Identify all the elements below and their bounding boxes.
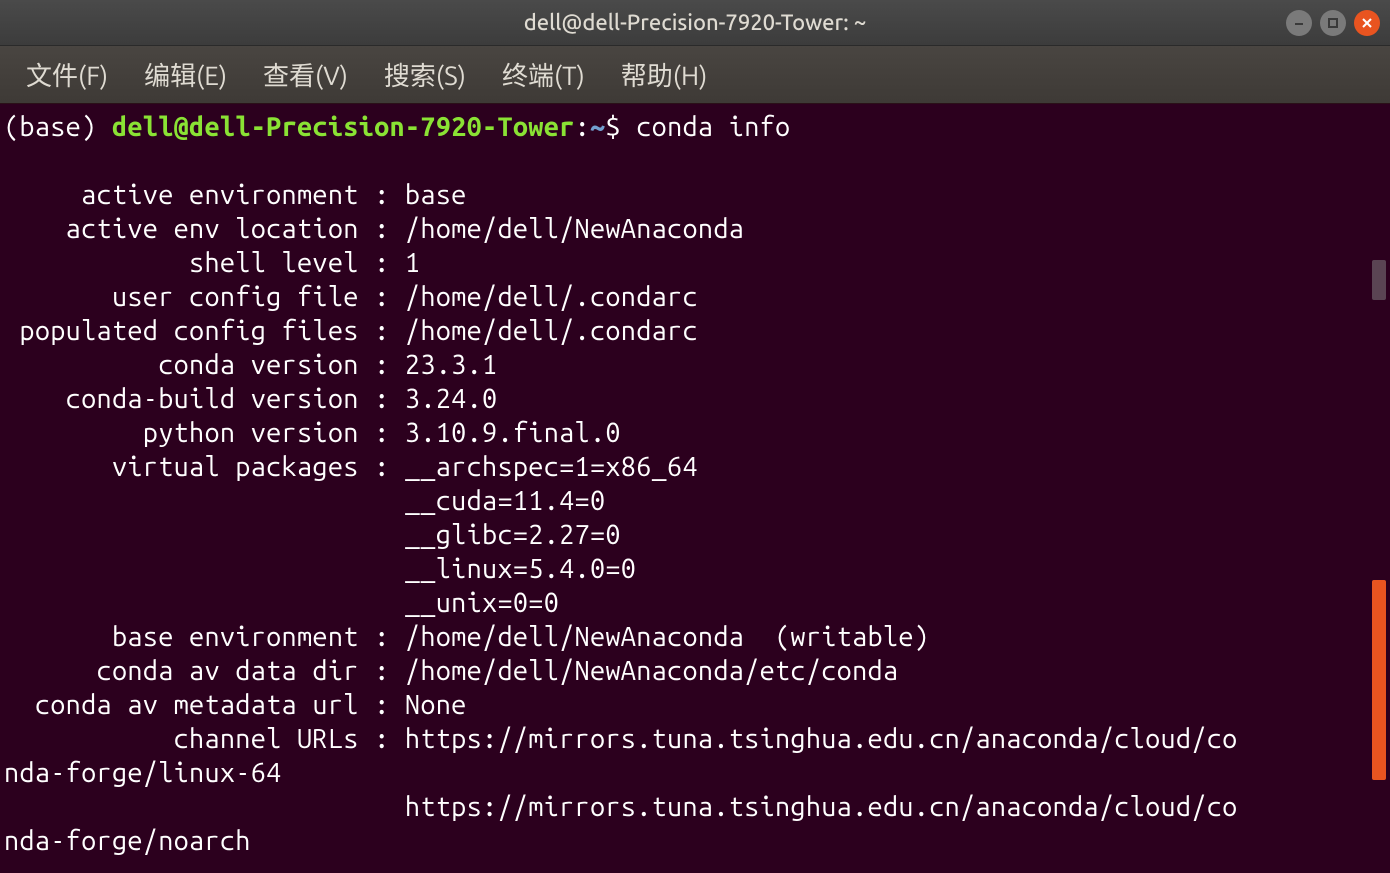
command-text: conda info	[636, 112, 790, 142]
value-user-config: /home/dell/.condarc	[405, 282, 698, 312]
menu-help[interactable]: 帮助(H)	[603, 50, 726, 99]
value-vp3: __glibc=2.27=0	[405, 520, 621, 550]
value-vp5: __unix=0=0	[405, 588, 559, 618]
label-virtual-packages: virtual packages :	[4, 452, 405, 482]
menu-view[interactable]: 查看(V)	[245, 50, 366, 99]
value-ch1a: https://mirrors.tuna.tsinghua.edu.cn/ana…	[405, 724, 1238, 754]
pad-vp4	[4, 554, 405, 584]
label-user-config: user config file :	[4, 282, 405, 312]
close-icon	[1361, 17, 1373, 29]
menu-edit[interactable]: 编辑(E)	[126, 50, 245, 99]
maximize-icon	[1327, 17, 1339, 29]
value-vp4: __linux=5.4.0=0	[405, 554, 636, 584]
close-button[interactable]	[1354, 10, 1380, 36]
menu-terminal[interactable]: 终端(T)	[484, 50, 603, 99]
window-controls	[1286, 10, 1380, 36]
label-python-version: python version :	[4, 418, 405, 448]
value-conda-build: 3.24.0	[405, 384, 498, 414]
label-conda-version: conda version :	[4, 350, 405, 380]
value-python-version: 3.10.9.final.0	[405, 418, 621, 448]
terminal-output[interactable]: (base) dell@dell-Precision-7920-Tower:~$…	[0, 104, 1390, 858]
value-pop-config: /home/dell/.condarc	[405, 316, 698, 346]
scrollbar-track[interactable]	[1372, 260, 1386, 300]
maximize-button[interactable]	[1320, 10, 1346, 36]
prompt-dollar: $	[605, 112, 636, 142]
menu-file[interactable]: 文件(F)	[8, 50, 126, 99]
label-active-env: active environment :	[4, 180, 405, 210]
value-ch1b: nda-forge/linux-64	[4, 758, 282, 788]
value-active-env: base	[405, 180, 467, 210]
minimize-icon	[1293, 17, 1305, 29]
prompt-userhost: dell@dell-Precision-7920-Tower	[112, 112, 575, 142]
menu-search[interactable]: 搜索(S)	[366, 50, 484, 99]
value-av-data-dir: /home/dell/NewAnaconda/etc/conda	[405, 656, 898, 686]
value-av-meta-url: None	[405, 690, 467, 720]
pad-vp5	[4, 588, 405, 618]
value-ch2b: nda-forge/noarch	[4, 826, 251, 856]
label-active-env-loc: active env location :	[4, 214, 405, 244]
label-base-env: base environment :	[4, 622, 405, 652]
pad-vp2	[4, 486, 405, 516]
value-ch2a: https://mirrors.tuna.tsinghua.edu.cn/ana…	[405, 792, 1238, 822]
label-shell-level: shell level :	[4, 248, 405, 278]
prompt-env: (base)	[4, 112, 112, 142]
label-conda-build: conda-build version :	[4, 384, 405, 414]
scrollbar-thumb[interactable]	[1372, 580, 1386, 780]
value-base-env: /home/dell/NewAnaconda (writable)	[405, 622, 929, 652]
pad-ch2	[4, 792, 405, 822]
value-shell-level: 1	[405, 248, 420, 278]
value-active-env-loc: /home/dell/NewAnaconda	[405, 214, 744, 244]
value-vp1: __archspec=1=x86_64	[405, 452, 698, 482]
value-conda-version: 23.3.1	[405, 350, 498, 380]
prompt-colon: :	[575, 112, 590, 142]
label-av-data-dir: conda av data dir :	[4, 656, 405, 686]
label-channel-urls: channel URLs :	[4, 724, 405, 754]
window-titlebar: dell@dell-Precision-7920-Tower: ~	[0, 0, 1390, 46]
pad-vp3	[4, 520, 405, 550]
window-title: dell@dell-Precision-7920-Tower: ~	[524, 10, 867, 35]
prompt-path: ~	[590, 112, 605, 142]
minimize-button[interactable]	[1286, 10, 1312, 36]
menu-bar: 文件(F) 编辑(E) 查看(V) 搜索(S) 终端(T) 帮助(H)	[0, 46, 1390, 104]
label-pop-config: populated config files :	[4, 316, 405, 346]
label-av-meta-url: conda av metadata url :	[4, 690, 405, 720]
value-vp2: __cuda=11.4=0	[405, 486, 605, 516]
